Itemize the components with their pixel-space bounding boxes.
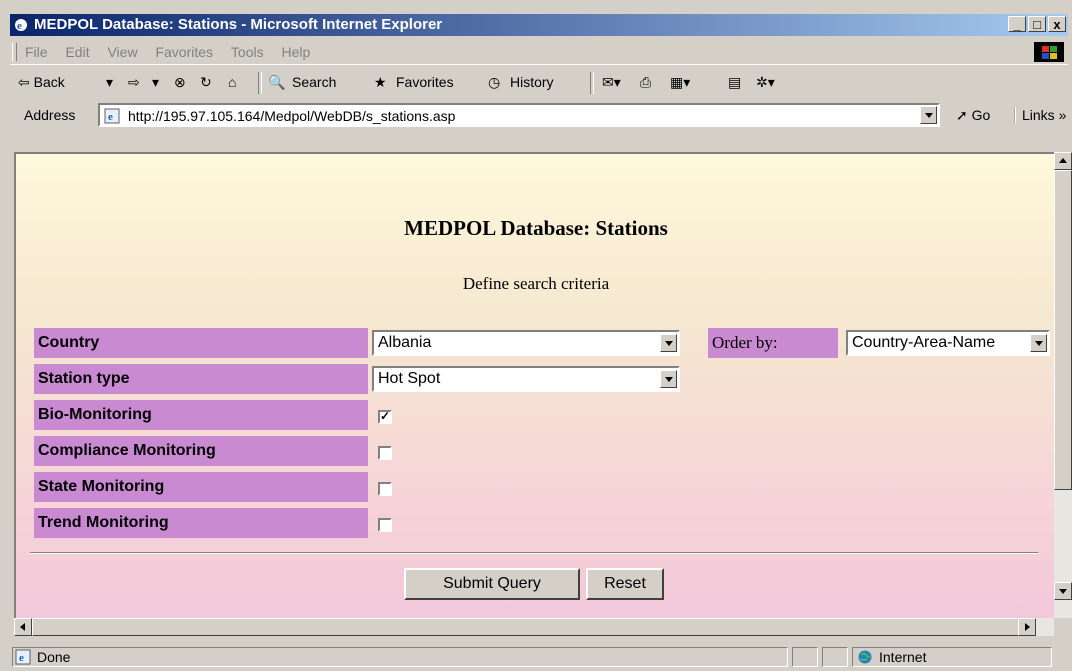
scroll-right-icon[interactable] [1018,618,1036,636]
go-label: Go [971,107,991,123]
messenger-icon[interactable]: ✲▾ [756,74,775,91]
state-monitoring-checkbox[interactable] [378,482,392,496]
globe-icon [858,650,872,664]
vertical-scroll-thumb[interactable] [1054,170,1072,490]
station-type-dropdown-icon[interactable] [660,370,677,388]
links-button[interactable]: Links » [1014,107,1066,123]
scroll-down-icon[interactable] [1054,582,1072,600]
search-button[interactable]: Search [292,74,336,90]
zone-text: Internet [879,649,927,665]
station-type-value: Hot Spot [378,370,441,387]
minimize-button[interactable]: _ [1008,16,1026,32]
standard-toolbar: ⇦ Back ▾ ⇨ ▾ ⊗ ↻ ⌂ 🔍 Search ★ Favorites … [10,68,1068,98]
reset-button[interactable]: Reset [586,568,664,600]
country-select[interactable]: Albania [372,330,680,356]
svg-text:e: e [108,111,113,123]
history-icon: ◷ [488,74,501,90]
ie-icon: e [15,19,27,32]
forward-dropdown-icon[interactable]: ▾ [152,74,159,91]
back-button[interactable]: ⇦ Back [18,74,65,91]
page-title: MEDPOL Database: Stations [404,216,668,240]
edit-icon[interactable]: ▦▾ [670,74,690,91]
menu-bar: File Edit View Favorites Tools Help [10,40,1068,65]
status-main-panel: e Done [12,647,788,667]
address-label: Address [24,107,76,123]
address-dropdown-button[interactable] [920,106,937,124]
status-text: Done [37,649,71,665]
scroll-up-icon[interactable] [1054,152,1072,170]
favorites-button[interactable]: Favorites [396,74,454,90]
maximize-button[interactable]: □ [1028,16,1046,32]
svg-text:e: e [19,652,24,664]
close-button[interactable]: x [1048,16,1066,32]
go-button[interactable]: ➚ Go [956,107,990,124]
print-icon[interactable]: ⎙ [640,74,651,91]
country-value: Albania [378,334,432,351]
search-icon: 🔍 [268,74,286,90]
order-by-value: Country-Area-Name [852,334,996,351]
status-zone-panel: Internet [852,647,1052,667]
trend-monitoring-checkbox[interactable] [378,518,392,532]
menu-help[interactable]: Help [275,40,318,60]
station-type-select[interactable]: Hot Spot [372,366,680,392]
order-by-select[interactable]: Country-Area-Name [846,330,1050,356]
compliance-monitoring-label: Compliance Monitoring [34,436,368,466]
title-bar: e MEDPOL Database: Stations - Microsoft … [10,14,1068,36]
menu-file[interactable]: File [18,40,55,60]
state-monitoring-label: State Monitoring [34,472,368,502]
vertical-scrollbar[interactable] [1054,152,1072,618]
bio-monitoring-checkbox[interactable] [378,409,392,424]
station-type-label: Station type [34,364,368,394]
order-by-dropdown-icon[interactable] [1030,334,1047,352]
stop-icon[interactable]: ⊗ [174,74,186,91]
status-bar: e Done Internet [10,642,1068,670]
mail-icon[interactable]: ✉▾ [602,74,621,91]
menu-favorites[interactable]: Favorites [148,40,220,60]
browser-window: e MEDPOL Database: Stations - Microsoft … [0,0,1072,671]
scroll-left-icon[interactable] [14,618,32,636]
window-title: MEDPOL Database: Stations - Microsoft In… [34,16,443,33]
menu-tools[interactable]: Tools [224,40,271,60]
svg-text:e: e [17,20,22,32]
trend-monitoring-label: Trend Monitoring [34,508,368,538]
back-dropdown-icon[interactable]: ▾ [106,74,113,91]
menu-edit[interactable]: Edit [58,40,96,60]
status-panel-3 [822,647,848,667]
forward-icon[interactable]: ⇨ [128,74,140,91]
page-content: MEDPOL Database: Stations Define search … [14,152,1054,618]
page-done-icon: e [15,649,31,665]
address-url: http://195.97.105.164/Medpol/WebDB/s_sta… [128,108,456,124]
menu-view[interactable]: View [100,40,144,60]
page-icon: e [104,108,120,124]
refresh-icon[interactable]: ↻ [200,74,212,91]
bio-monitoring-label: Bio-Monitoring [34,400,368,430]
country-label: Country [34,328,368,358]
address-input[interactable]: e http://195.97.105.164/Medpol/WebDB/s_s… [98,103,940,127]
status-panel-2 [792,647,818,667]
horizontal-scroll-thumb[interactable] [32,618,1022,636]
address-bar: Address e http://195.97.105.164/Medpol/W… [10,100,1068,130]
order-by-label: Order by: [708,328,838,358]
windows-logo-icon [1034,42,1064,62]
compliance-monitoring-checkbox[interactable] [378,446,392,460]
menu-grip [12,43,17,61]
country-dropdown-icon[interactable] [660,334,677,352]
discuss-icon[interactable]: ▤ [728,74,741,91]
history-button[interactable]: History [510,74,554,90]
home-icon[interactable]: ⌂ [228,74,236,90]
favorites-icon: ★ [374,74,387,90]
divider [30,552,1038,554]
submit-query-button[interactable]: Submit Query [404,568,580,600]
page-subtitle: Define search criteria [462,274,610,293]
horizontal-scrollbar[interactable] [14,618,1054,636]
